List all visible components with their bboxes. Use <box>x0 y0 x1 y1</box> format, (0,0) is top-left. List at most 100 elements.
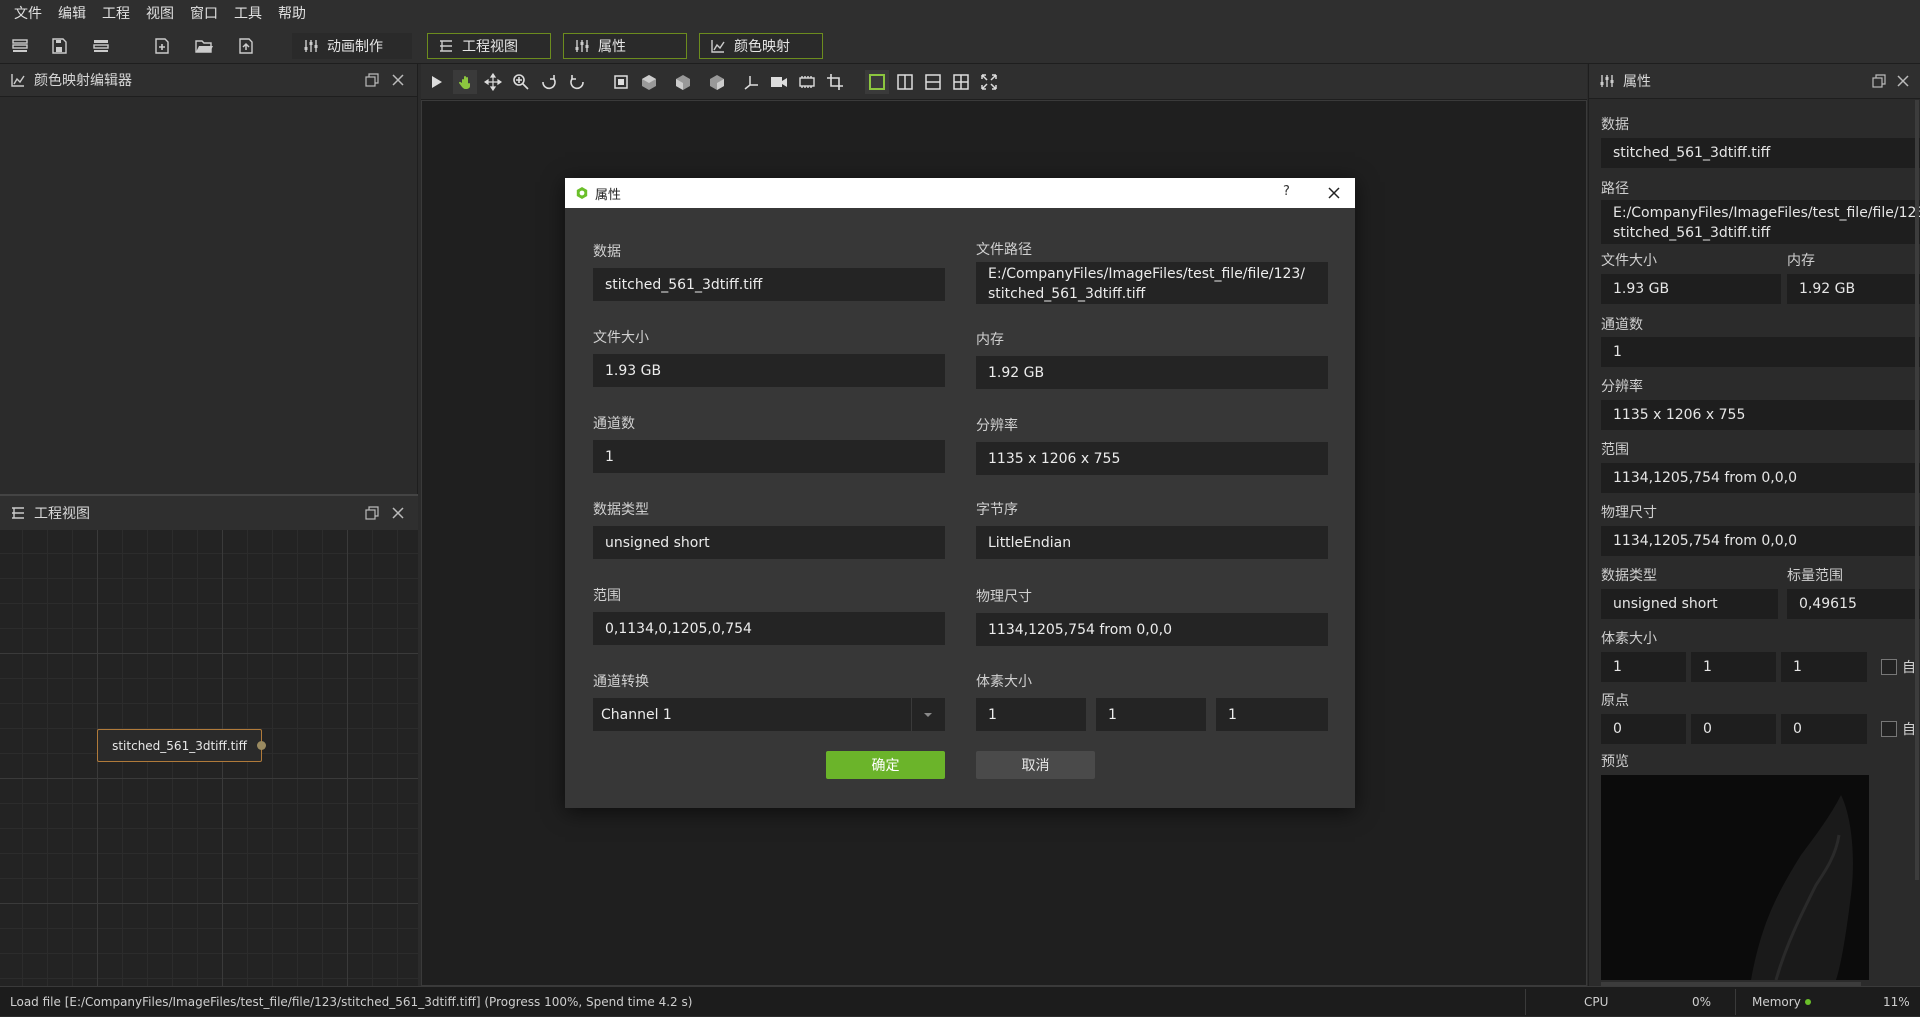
move-icon[interactable] <box>481 70 505 94</box>
dlg-byte-order-field[interactable]: LittleEndian <box>976 526 1328 559</box>
node-output-port[interactable] <box>257 741 266 750</box>
rp-voxel-y-field[interactable]: 1 <box>1691 652 1776 682</box>
chevron-down-icon <box>922 711 934 719</box>
view-yz-icon[interactable] <box>705 70 729 94</box>
sliders-icon <box>574 38 590 54</box>
rp-data-type-field[interactable]: unsigned short <box>1601 589 1778 619</box>
view-xz-icon[interactable] <box>671 70 695 94</box>
dlg-data-type-field[interactable]: unsigned short <box>593 526 945 559</box>
hand-icon[interactable] <box>453 70 477 94</box>
rp-origin-label: 原点 <box>1601 693 1629 709</box>
memory-value: 11% <box>1883 995 1910 1009</box>
rotate-icon[interactable] <box>537 70 561 94</box>
export-icon[interactable] <box>234 34 258 58</box>
rp-memory-field[interactable]: 1.92 GB <box>1787 274 1920 304</box>
layout-single-icon[interactable] <box>865 70 889 94</box>
save-as-icon[interactable] <box>89 34 113 58</box>
save-icon[interactable] <box>47 34 71 58</box>
dlg-memory-field[interactable]: 1.92 GB <box>976 356 1328 389</box>
ok-button[interactable]: 确定 <box>826 751 945 779</box>
float-icon[interactable] <box>364 72 380 88</box>
dlg-file-size-field[interactable]: 1.93 GB <box>593 354 945 387</box>
rp-origin-auto-checkbox[interactable] <box>1881 721 1897 737</box>
view-3d-icon[interactable] <box>609 70 633 94</box>
tab-project-view[interactable]: 工程视图 <box>427 33 551 59</box>
tab-properties[interactable]: 属性 <box>563 33 687 59</box>
select-divider <box>911 698 912 731</box>
dlg-channel-convert-select[interactable]: Channel 1 <box>593 698 945 731</box>
axes-icon[interactable] <box>739 70 763 94</box>
rp-voxel-x-field[interactable]: 1 <box>1601 652 1686 682</box>
rp-scalar-range-field[interactable]: 0,49615 <box>1787 589 1920 619</box>
float-icon[interactable] <box>1871 73 1887 89</box>
rp-voxel-z-field[interactable]: 1 <box>1781 652 1867 682</box>
crop-icon[interactable] <box>823 70 847 94</box>
add-data-icon[interactable] <box>150 34 174 58</box>
view-xy-icon[interactable] <box>637 70 661 94</box>
dlg-voxel-y-field[interactable]: 1 <box>1096 698 1206 731</box>
project-view-icon <box>438 38 454 54</box>
menu-view[interactable]: 视图 <box>138 0 182 28</box>
layout-quad-icon[interactable] <box>949 70 973 94</box>
rp-origin-y-field[interactable]: 0 <box>1691 714 1776 744</box>
pointer-icon[interactable] <box>425 70 449 94</box>
rp-origin-z-field[interactable]: 0 <box>1781 714 1867 744</box>
fullscreen-icon[interactable] <box>977 70 1001 94</box>
dialog-help-button[interactable]: ? <box>1283 184 1290 199</box>
rp-resolution-field[interactable]: 1135 x 1206 x 755 <box>1601 400 1920 430</box>
float-icon[interactable] <box>364 505 380 521</box>
rp-scalar-range-label: 标量范围 <box>1787 568 1843 584</box>
new-project-icon[interactable] <box>8 34 32 58</box>
dlg-physical-size-field[interactable]: 1134,1205,754 from 0,0,0 <box>976 613 1328 646</box>
rp-path-field[interactable]: E:/CompanyFiles/ImageFiles/test_file/fil… <box>1601 200 1920 244</box>
dlg-channel-convert-label: 通道转换 <box>593 674 649 690</box>
rp-voxel-auto-checkbox[interactable] <box>1881 659 1897 675</box>
chart-icon <box>10 72 26 88</box>
tab-colormap[interactable]: 颜色映射 <box>699 33 823 59</box>
dialog-close-icon[interactable] <box>1327 186 1341 200</box>
rp-path-line1: E:/CompanyFiles/ImageFiles/test_file/fil… <box>1613 205 1920 221</box>
rp-data-field[interactable]: stitched_561_3dtiff.tiff <box>1601 138 1920 168</box>
open-folder-icon[interactable] <box>192 34 216 58</box>
rp-range-field[interactable]: 1134,1205,754 from 0,0,0 <box>1601 463 1920 493</box>
close-icon[interactable] <box>1895 73 1911 89</box>
menu-edit[interactable]: 编辑 <box>50 0 94 28</box>
menu-help[interactable]: 帮助 <box>270 0 314 28</box>
layout-vsplit-icon[interactable] <box>893 70 917 94</box>
rp-scrollbar[interactable] <box>1915 100 1919 880</box>
menu-window[interactable]: 窗口 <box>182 0 226 28</box>
dialog-titlebar: 属性 <box>565 178 1355 208</box>
zoom-icon[interactable] <box>509 70 533 94</box>
main-toolbar: 动画制作 工程视图 属性 颜色映射 <box>0 28 1920 64</box>
rp-origin-x-field[interactable]: 0 <box>1601 714 1686 744</box>
roll-icon[interactable] <box>565 70 589 94</box>
sliders-icon <box>303 38 319 54</box>
dlg-resolution-field[interactable]: 1135 x 1206 x 755 <box>976 442 1328 475</box>
menu-tools[interactable]: 工具 <box>226 0 270 28</box>
menu-file[interactable]: 文件 <box>6 0 50 28</box>
close-icon[interactable] <box>390 72 406 88</box>
dlg-channels-field[interactable]: 1 <box>593 440 945 473</box>
rp-origin-auto-label: 自 <box>1902 722 1916 738</box>
dlg-data-label: 数据 <box>593 244 621 260</box>
rp-preview-label: 预览 <box>1601 754 1629 770</box>
tab-properties-label: 属性 <box>598 39 626 55</box>
rp-physical-size-field[interactable]: 1134,1205,754 from 0,0,0 <box>1601 526 1920 556</box>
data-node[interactable]: stitched_561_3dtiff.tiff <box>97 729 262 762</box>
dlg-voxel-x-field[interactable]: 1 <box>976 698 1086 731</box>
dlg-file-path-field[interactable]: E:/CompanyFiles/ImageFiles/test_file/fil… <box>976 262 1328 304</box>
rp-channels-field[interactable]: 1 <box>1601 337 1920 367</box>
rp-resolution-label: 分辨率 <box>1601 379 1643 395</box>
dlg-range-field[interactable]: 0,1134,0,1205,0,754 <box>593 612 945 645</box>
camera-icon[interactable] <box>767 70 791 94</box>
cancel-button[interactable]: 取消 <box>976 751 1095 779</box>
tab-animation[interactable]: 动画制作 <box>292 33 412 59</box>
dlg-data-field[interactable]: stitched_561_3dtiff.tiff <box>593 268 945 301</box>
film-icon[interactable] <box>795 70 819 94</box>
rp-channels-label: 通道数 <box>1601 317 1643 333</box>
close-icon[interactable] <box>390 505 406 521</box>
dlg-voxel-z-field[interactable]: 1 <box>1216 698 1328 731</box>
rp-file-size-field[interactable]: 1.93 GB <box>1601 274 1781 304</box>
menu-project[interactable]: 工程 <box>94 0 138 28</box>
layout-hsplit-icon[interactable] <box>921 70 945 94</box>
